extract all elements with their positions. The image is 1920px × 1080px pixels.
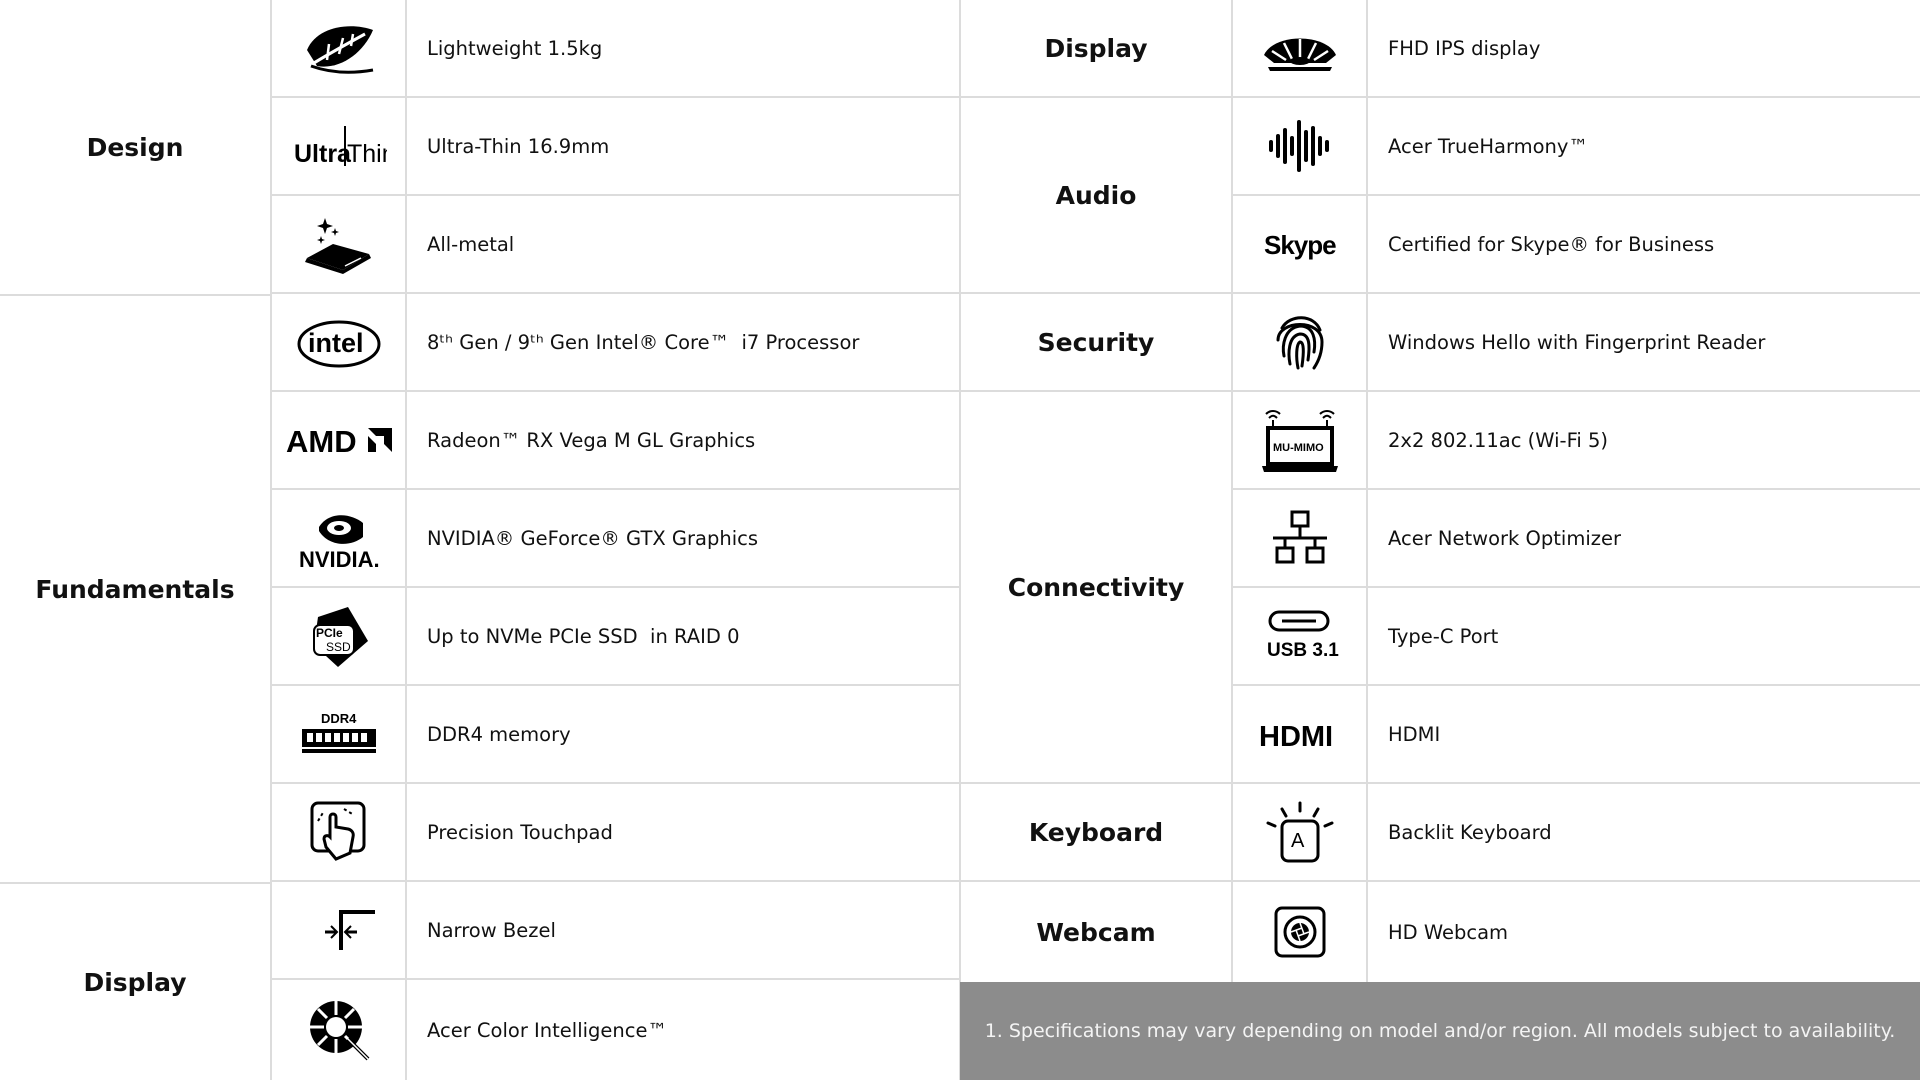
svg-text:NVIDIA.: NVIDIA.: [299, 547, 380, 571]
color-intelligence-icon: [270, 980, 405, 1080]
svg-text:Skype: Skype: [1264, 230, 1336, 260]
spec-text: Certified for Skype® for Business: [1366, 196, 1920, 294]
svg-text:SSD: SSD: [326, 640, 351, 654]
laptop-sparkle-icon: [270, 196, 405, 294]
nvidia-logo-icon: NVIDIA.: [270, 490, 405, 588]
svg-text:intel: intel: [308, 328, 364, 358]
skype-logo-icon: Skype: [1231, 196, 1366, 294]
spec-text: Narrow Bezel: [405, 882, 960, 980]
spec-text: Up to NVMe PCIe SSD in RAID 0: [405, 588, 960, 686]
spec-text: Windows Hello with Fingerprint Reader: [1366, 294, 1920, 392]
leaf-icon: [270, 0, 405, 98]
spec-text: FHD IPS display: [1366, 0, 1920, 98]
spec-text: Type-C Port: [1366, 588, 1920, 686]
category-audio: Audio: [961, 98, 1231, 294]
svg-text:DDR4: DDR4: [321, 711, 357, 726]
category-display-left: Display: [83, 967, 187, 997]
backlit-key-icon: A: [1231, 784, 1366, 882]
webcam-icon: [1231, 882, 1366, 982]
intel-logo-icon: intel: [270, 294, 405, 392]
spec-text: Acer Color Intelligence™: [405, 980, 960, 1080]
spec-text: HDMI: [1366, 686, 1920, 784]
narrow-bezel-icon: [270, 882, 405, 980]
svg-text:PCIe: PCIe: [316, 626, 343, 640]
spec-text: 2x2 802.11ac (Wi-Fi 5): [1366, 392, 1920, 490]
svg-text:USB 3.1: USB 3.1: [1267, 640, 1339, 661]
spec-text: Precision Touchpad: [405, 784, 960, 882]
ddr4-memory-icon: DDR4: [270, 686, 405, 784]
svg-text:Thin: Thin: [347, 140, 387, 168]
spec-text: Acer Network Optimizer: [1366, 490, 1920, 588]
svg-text:AMD: AMD: [286, 424, 357, 459]
ultra-thin-icon: Ultra Thin: [270, 98, 405, 196]
spec-text: Ultra-Thin 16.9mm: [405, 98, 960, 196]
svg-text:MU-MIMO: MU-MIMO: [1273, 442, 1324, 454]
spec-text: NVIDIA® GeForce® GTX Graphics: [405, 490, 960, 588]
category-webcam: Webcam: [1036, 917, 1156, 947]
spec-text: Backlit Keyboard: [1366, 784, 1920, 882]
spec-text: Radeon™ RX Vega M GL Graphics: [405, 392, 960, 490]
category-fundamentals: Fundamentals: [0, 296, 270, 884]
category-keyboard: Keyboard: [961, 784, 1231, 882]
amd-logo-icon: AMD: [270, 392, 405, 490]
svg-text:HDMI: HDMI: [1259, 721, 1333, 753]
category-design: Design: [0, 0, 270, 296]
spec-text: Lightweight 1.5kg: [405, 0, 960, 98]
fingerprint-icon: [1231, 294, 1366, 392]
category-security: Security: [961, 294, 1231, 392]
sound-wave-icon: [1231, 98, 1366, 196]
footnote: 1. Specifications may vary depending on …: [960, 982, 1920, 1080]
svg-text:A: A: [1291, 830, 1305, 852]
spec-text: All-metal: [405, 196, 960, 294]
touchpad-hand-icon: [270, 784, 405, 882]
pcie-ssd-icon: PCIe SSD: [270, 588, 405, 686]
mu-mimo-icon: MU-MIMO: [1231, 392, 1366, 490]
usb-c-icon: USB 3.1: [1231, 588, 1366, 686]
hdmi-logo-icon: HDMI: [1231, 686, 1366, 784]
network-icon: [1231, 490, 1366, 588]
category-display-right: Display: [961, 0, 1231, 98]
spec-text: DDR4 memory: [405, 686, 960, 784]
spec-text: 8ᵗʰ Gen / 9ᵗʰ Gen Intel® Core™ i7 Proces…: [405, 294, 960, 392]
category-connectivity: Connectivity: [961, 392, 1231, 784]
display-arc-icon: [1231, 0, 1366, 98]
spec-text: Acer TrueHarmony™: [1366, 98, 1920, 196]
svg-text:Ultra: Ultra: [294, 140, 352, 168]
spec-sheet: Design Fundamentals Display Lightweight …: [0, 0, 1920, 1080]
spec-text: HD Webcam: [1366, 882, 1920, 982]
